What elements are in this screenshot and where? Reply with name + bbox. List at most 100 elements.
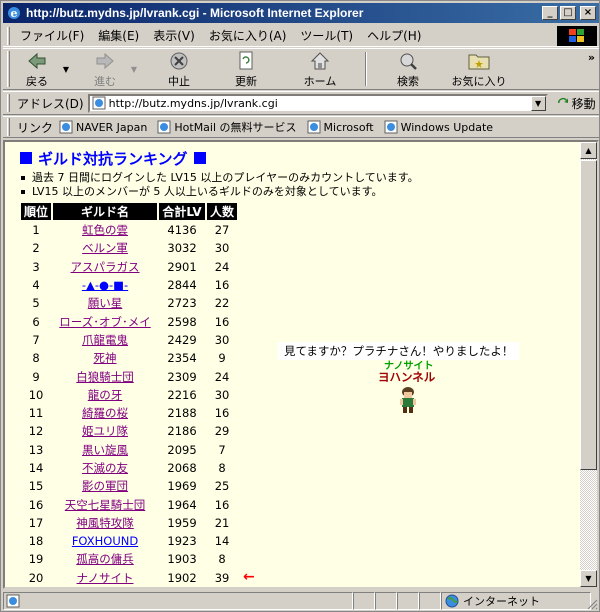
guild-name-cell: 影の軍団 xyxy=(53,478,157,494)
ranking-notes: 過去 7 日間にログインした LV15 以上のプレイヤーのみカウントしています。… xyxy=(18,171,580,199)
favorites-label: お気に入り xyxy=(451,74,507,88)
guild-link[interactable]: 神風特攻隊 xyxy=(76,516,134,530)
guild-link[interactable]: 影の軍団 xyxy=(82,479,128,493)
menu-edit[interactable]: 編集(E) xyxy=(91,25,146,46)
total-lv-cell: 2095 xyxy=(167,442,197,457)
link-microsoft[interactable]: Microsoft xyxy=(307,120,374,134)
content-frame: ギルド対抗ランキング 過去 7 日間にログインした LV15 以上のプレイヤーの… xyxy=(3,140,599,589)
forward-dropdown-arrow[interactable]: ▼ xyxy=(129,65,139,74)
guild-name-cell: 死神 xyxy=(53,350,157,366)
menu-favorites[interactable]: お気に入り(A) xyxy=(202,25,294,46)
close-button[interactable]: × xyxy=(580,6,596,20)
address-dropdown-button[interactable]: ▼ xyxy=(530,95,546,111)
total-lv-cell: 2309 xyxy=(167,369,197,384)
rank-cell: 7 xyxy=(32,332,40,347)
browser-window: e http://butz.mydns.jp/lvrank.cgi - Micr… xyxy=(0,0,600,612)
toolbar-grip xyxy=(7,51,10,87)
rank-cell: 20 xyxy=(28,570,44,585)
member-count-cell: 8 xyxy=(218,461,226,475)
guild-link[interactable]: 孤高の傭兵 xyxy=(76,552,134,566)
table-row: 12 姫ユリ隊 2186 29 xyxy=(21,423,237,439)
guild-link[interactable]: 爪龍電鬼 xyxy=(82,333,128,347)
guild-link[interactable]: 死神 xyxy=(94,351,117,365)
go-arrow-icon xyxy=(557,98,568,103)
address-input[interactable]: http://butz.mydns.jp/lvrank.cgi ▼ xyxy=(87,93,548,113)
favorites-button[interactable]: お気に入り xyxy=(441,49,517,89)
rank-cell: 3 xyxy=(32,259,40,274)
note-item: LV15 以上のメンバーが 5 人以上いるギルドのみを対象としています。 xyxy=(18,185,580,199)
link-label: NAVER Japan xyxy=(76,120,148,134)
guild-link[interactable]: 不滅の友 xyxy=(82,461,128,475)
table-header: 順位 ギルド名 合計LV 人数 xyxy=(21,203,238,220)
scroll-up-button[interactable]: ▲ xyxy=(580,142,597,159)
guild-link[interactable]: アスパラガス xyxy=(71,260,140,274)
guild-link[interactable]: 天空七星騎士団 xyxy=(65,498,146,512)
guild-link[interactable]: 白狼騎士団 xyxy=(76,370,134,384)
link-windows-update[interactable]: Windows Update xyxy=(384,120,493,134)
rank-cell: 14 xyxy=(28,461,44,475)
guild-name-cell: 黒い旋風 xyxy=(53,442,157,458)
forward-button[interactable]: 進む xyxy=(81,49,129,89)
col-total-lv: 合計LV xyxy=(159,203,206,220)
ie-logo-icon: e xyxy=(8,7,20,20)
page-icon xyxy=(384,120,398,134)
guild-link[interactable]: 龍の牙 xyxy=(88,388,123,402)
guild-link[interactable]: 願い星 xyxy=(88,296,123,310)
back-dropdown-arrow[interactable]: ▼ xyxy=(61,65,71,74)
ranking-table-body: 1 虹色の雲 4136 27 2 ベルン軍 3032 30 3 アスパラガス 2901 24 4 -▲-●… xyxy=(21,222,237,587)
member-count-cell: 9 xyxy=(218,351,226,366)
menu-view[interactable]: 表示(V) xyxy=(146,25,202,46)
link-hotmail[interactable]: HotMail の無料サービス xyxy=(157,119,297,135)
guild-link[interactable]: 綺羅の桜 xyxy=(82,406,128,420)
minimize-button[interactable]: _ xyxy=(542,6,558,20)
table-row: 14 不滅の友 2068 8 xyxy=(21,460,237,476)
link-naver[interactable]: NAVER Japan xyxy=(59,120,147,134)
status-text-cell xyxy=(3,592,353,610)
total-lv-cell: 1902 xyxy=(167,570,197,585)
refresh-label: 更新 xyxy=(235,74,257,88)
forward-label: 進む xyxy=(94,74,116,88)
guild-name-cell: 神風特攻隊 xyxy=(53,515,157,531)
page-icon xyxy=(92,96,106,110)
guild-link[interactable]: ローズ･オブ･メイ xyxy=(59,315,150,329)
rank-cell: 13 xyxy=(28,442,44,457)
guild-name-cell: 白狼騎士団 xyxy=(53,368,157,384)
member-count-cell: 16 xyxy=(214,314,230,329)
maximize-button[interactable]: □ xyxy=(560,6,576,20)
menu-file[interactable]: ファイル(F) xyxy=(13,25,91,46)
total-lv-cell: 2188 xyxy=(167,406,197,421)
link-label: Windows Update xyxy=(400,120,494,134)
guild-name-cell: ローズ･オブ･メイ xyxy=(53,313,157,329)
character-sprite-icon xyxy=(400,387,416,413)
member-count-cell: 30 xyxy=(214,241,230,256)
vertical-scrollbar[interactable]: ▲ ▼ xyxy=(580,142,597,587)
table-row: 13 黒い旋風 2095 7 xyxy=(21,442,237,458)
back-button[interactable]: 戻る xyxy=(13,49,61,89)
home-button[interactable]: ホーム xyxy=(283,49,357,89)
refresh-button[interactable]: 更新 xyxy=(209,49,283,89)
guild-link[interactable]: FOXHOUND xyxy=(72,534,138,548)
guild-link[interactable]: ベルン軍 xyxy=(82,241,128,255)
table-row: 1 虹色の雲 4136 27 xyxy=(21,222,237,238)
toolbar-more-chevron[interactable]: » xyxy=(588,51,595,64)
guild-link[interactable]: ナノサイト xyxy=(77,571,134,585)
scroll-thumb[interactable] xyxy=(580,160,597,470)
guild-name-cell: ベルン軍 xyxy=(53,240,157,256)
menu-tools[interactable]: ツール(T) xyxy=(293,25,360,46)
member-count-cell: 39 xyxy=(214,570,230,585)
member-count-cell: 22 xyxy=(214,296,230,311)
guild-link[interactable]: 虹色の雲 xyxy=(82,223,128,237)
guild-name-cell: 姫ユリ隊 xyxy=(53,423,157,439)
scroll-down-button[interactable]: ▼ xyxy=(580,570,597,587)
guild-link[interactable]: -▲-●-■- xyxy=(82,278,128,292)
search-button[interactable]: 検索 xyxy=(375,49,441,89)
table-row: 11 綺羅の桜 2188 16 xyxy=(21,405,237,421)
ranking-table: 順位 ギルド名 合計LV 人数 1 虹色の雲 4136 27 2 ベルン軍 3032 30 3 ア… xyxy=(19,201,239,587)
page-icon xyxy=(59,120,73,134)
stop-button[interactable]: 中止 xyxy=(149,49,209,89)
guild-link[interactable]: 黒い旋風 xyxy=(82,443,128,457)
guild-link[interactable]: 姫ユリ隊 xyxy=(82,424,128,438)
resize-grip-icon[interactable] xyxy=(586,598,598,610)
go-button[interactable]: 移動 xyxy=(556,95,596,112)
menu-help[interactable]: ヘルプ(H) xyxy=(360,25,428,46)
